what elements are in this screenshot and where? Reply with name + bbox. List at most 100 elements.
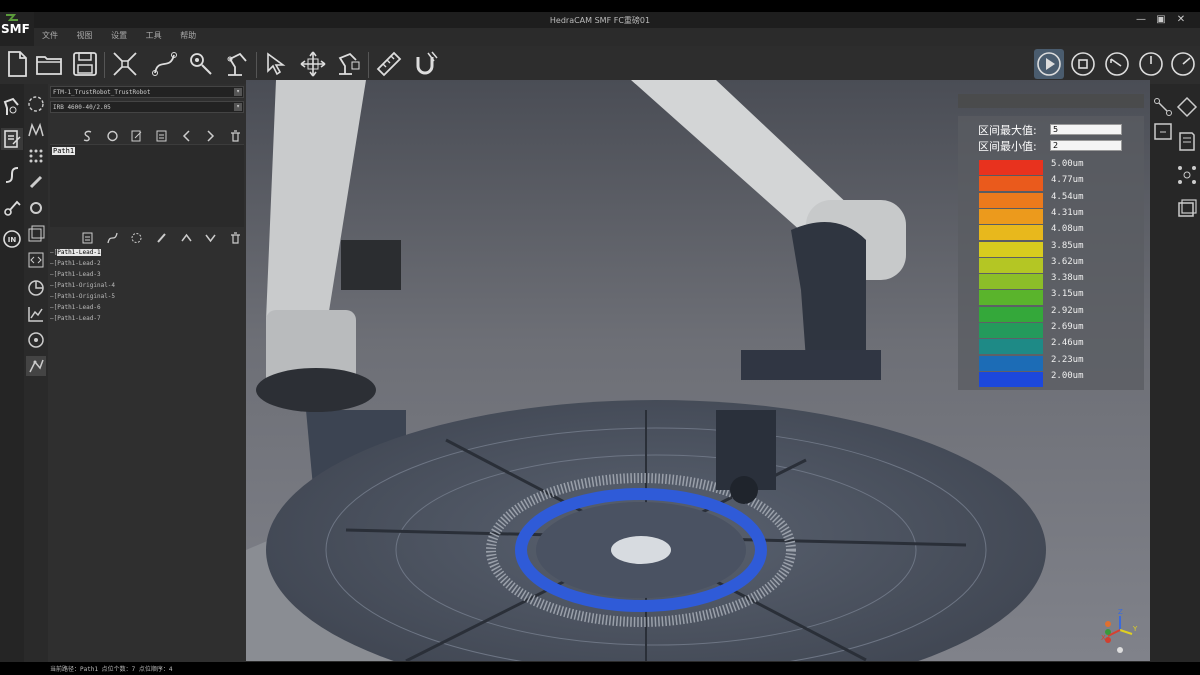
new-file-icon: [8, 51, 27, 77]
path-module-tab[interactable]: [1, 128, 23, 150]
legend-min-input[interactable]: 2: [1050, 140, 1122, 151]
tree-item[interactable]: —[Path1-Original-4: [50, 280, 244, 291]
legend-band-label: 2.46um: [1051, 338, 1084, 349]
compress-arrows-icon: [113, 52, 137, 76]
tree-item-label: Path1-Lead-2: [57, 260, 101, 267]
gear-icon: [30, 202, 42, 214]
menu-view[interactable]: 视图: [77, 28, 93, 44]
rotate-button[interactable]: [130, 230, 143, 244]
minimize-button[interactable]: —: [1134, 13, 1148, 27]
robot-motor: [341, 240, 401, 290]
chart-tool[interactable]: [26, 304, 46, 324]
save-icon: [73, 52, 97, 76]
curve-icon: [107, 232, 118, 244]
path-tool-button[interactable]: [150, 49, 180, 79]
axis-dot-icon: [1105, 637, 1111, 643]
prev-button[interactable]: [180, 128, 193, 142]
tree-item[interactable]: —[Path1-Original-5: [50, 291, 244, 302]
delete-button[interactable]: [229, 230, 242, 244]
list-item[interactable]: Path1: [52, 147, 76, 155]
target-tool[interactable]: [26, 330, 46, 350]
note-button[interactable]: [155, 128, 168, 142]
note-button[interactable]: [81, 230, 94, 244]
robot-setup-button[interactable]: [186, 49, 216, 79]
code-tool[interactable]: [26, 250, 46, 270]
link-button[interactable]: [155, 230, 168, 244]
window-tool[interactable]: [1176, 198, 1198, 220]
robot-arm-button[interactable]: [222, 49, 252, 79]
menu-settings[interactable]: 设置: [111, 28, 127, 44]
legend-band-label: 2.23um: [1051, 354, 1084, 365]
folder-icon: [36, 56, 62, 75]
menu-tools[interactable]: 工具: [146, 28, 162, 44]
robot-select[interactable]: FTM-1_TrustRobot_TrustRobot ▾: [50, 86, 244, 98]
edit-button[interactable]: [130, 128, 143, 142]
open-folder-button[interactable]: [34, 49, 64, 79]
window-icon: [1178, 199, 1197, 217]
path-curve-icon: [152, 52, 177, 76]
book-icon: [1179, 132, 1195, 151]
select-point-button[interactable]: [262, 49, 292, 79]
measure-button[interactable]: [374, 49, 404, 79]
tree-item[interactable]: —[Path1-Lead-1: [50, 247, 244, 258]
refresh-button[interactable]: [106, 128, 119, 142]
rotate-tool[interactable]: [26, 94, 46, 114]
io-module-tab[interactable]: IN: [1, 228, 23, 250]
menu-help[interactable]: 帮助: [180, 28, 196, 44]
network-tool[interactable]: [1176, 164, 1198, 186]
maximize-button[interactable]: ▣: [1154, 13, 1168, 27]
link-tool[interactable]: [26, 172, 46, 192]
book-tool[interactable]: [1176, 130, 1198, 152]
settings-dial-button[interactable]: [1168, 49, 1198, 79]
legend-swatch: [979, 306, 1043, 322]
speed-button[interactable]: [1136, 49, 1166, 79]
stop-icon: [1071, 52, 1095, 76]
robot-module-tab[interactable]: [1, 96, 23, 118]
config-tool[interactable]: [26, 198, 46, 218]
rotate-icon: [28, 96, 44, 112]
magnet-button[interactable]: [410, 49, 440, 79]
tool-select[interactable]: IRB 4600-40/2.05 ▾: [50, 101, 244, 113]
chevron-down-icon[interactable]: ▾: [234, 88, 242, 96]
new-file-button[interactable]: [2, 49, 32, 79]
diamond-tool[interactable]: [1176, 96, 1198, 118]
s-path-button[interactable]: [81, 128, 94, 142]
trajectory-module-tab[interactable]: [1, 164, 23, 186]
stop-button[interactable]: [1068, 49, 1098, 79]
wave-tool[interactable]: [26, 120, 46, 140]
y-axis-label: Y: [1132, 625, 1138, 633]
tree-item[interactable]: —[Path1-Lead-7: [50, 313, 244, 324]
tree-item[interactable]: —[Path1-Lead-2: [50, 258, 244, 269]
gripper-plate: [791, 222, 866, 360]
grid-tool[interactable]: [26, 146, 46, 166]
down-button[interactable]: [204, 230, 217, 244]
joint-button[interactable]: [334, 49, 364, 79]
menu-file[interactable]: 文件: [42, 28, 58, 44]
note-icon: [82, 232, 93, 244]
next-button[interactable]: [204, 128, 217, 142]
close-button[interactable]: ✕: [1174, 13, 1188, 27]
move-arrows-icon: [300, 51, 326, 77]
legend-max-input[interactable]: 5: [1050, 124, 1122, 135]
export-tool[interactable]: [1152, 120, 1174, 142]
delete-button[interactable]: [229, 128, 242, 142]
network-icon: [1178, 166, 1196, 184]
save-button[interactable]: [70, 49, 100, 79]
layers-tool[interactable]: [26, 224, 46, 244]
tool-module-tab[interactable]: [1, 196, 23, 218]
curve-button[interactable]: [106, 230, 119, 244]
tree-item[interactable]: —[Path1-Lead-6: [50, 302, 244, 313]
window-title: HedraCAM SMF FC重磅01: [549, 16, 651, 25]
tree-item[interactable]: —[Path1-Lead-3: [50, 269, 244, 280]
node-tool[interactable]: [1152, 96, 1174, 118]
play-button[interactable]: [1034, 49, 1064, 79]
secondary-icon-strip: [24, 84, 49, 662]
deviation-tool[interactable]: [26, 356, 46, 376]
rewind-button[interactable]: [1102, 49, 1132, 79]
y-axis-line: [1119, 629, 1133, 635]
up-button[interactable]: [180, 230, 193, 244]
move-button[interactable]: [298, 49, 328, 79]
pie-tool[interactable]: [26, 278, 46, 298]
chevron-down-icon[interactable]: ▾: [234, 103, 242, 111]
fit-view-button[interactable]: [110, 49, 140, 79]
